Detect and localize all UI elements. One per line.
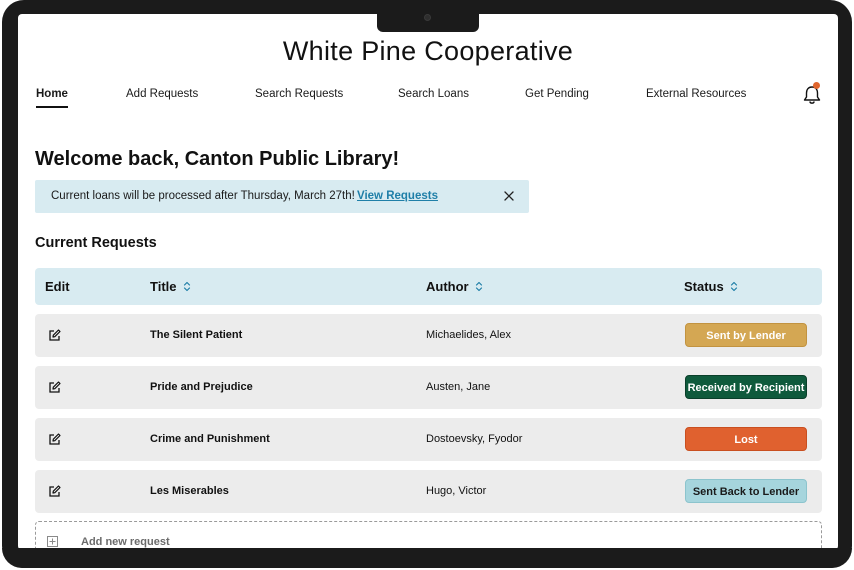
- close-icon[interactable]: [502, 189, 516, 203]
- column-title-label: Title: [150, 279, 177, 294]
- edit-icon[interactable]: [48, 485, 61, 498]
- table-row: Les Miserables Hugo, Victor Sent Back to…: [35, 470, 822, 513]
- column-status[interactable]: Status: [684, 279, 738, 294]
- column-edit: Edit: [45, 279, 70, 294]
- add-new-request-button[interactable]: Add new request: [35, 521, 822, 550]
- info-banner: Current loans will be processed after Th…: [35, 180, 529, 213]
- row-title: Crime and Punishment: [150, 433, 270, 445]
- status-badge: Sent Back to Lender: [685, 479, 807, 503]
- sort-icon[interactable]: [475, 281, 483, 292]
- table-row: Pride and Prejudice Austen, Jane Receive…: [35, 366, 822, 409]
- nav-search-loans[interactable]: Search Loans: [398, 88, 469, 100]
- column-edit-label: Edit: [45, 279, 70, 294]
- nav-home[interactable]: Home: [36, 88, 68, 100]
- camera-notch: [377, 12, 479, 32]
- edit-icon[interactable]: [48, 329, 61, 342]
- row-title: Les Miserables: [150, 485, 229, 497]
- edit-icon[interactable]: [48, 381, 61, 394]
- edit-icon[interactable]: [48, 433, 61, 446]
- row-author: Hugo, Victor: [426, 485, 487, 497]
- nav-search-requests[interactable]: Search Requests: [255, 88, 343, 100]
- row-author: Michaelides, Alex: [426, 329, 511, 341]
- column-author[interactable]: Author: [426, 279, 483, 294]
- row-author: Dostoevsky, Fyodor: [426, 433, 523, 445]
- camera-icon: [424, 14, 431, 21]
- sort-icon[interactable]: [730, 281, 738, 292]
- nav-add-requests[interactable]: Add Requests: [126, 88, 198, 100]
- row-author: Austen, Jane: [426, 381, 491, 393]
- row-title: The Silent Patient: [150, 329, 243, 341]
- column-author-label: Author: [426, 279, 469, 294]
- plus-icon: [47, 536, 58, 547]
- row-title: Pride and Prejudice: [150, 381, 253, 393]
- status-badge: Lost: [685, 427, 807, 451]
- nav-external-resources[interactable]: External Resources: [646, 88, 746, 100]
- status-badge: Sent by Lender: [685, 323, 807, 347]
- banner-text: Current loans will be processed after Th…: [51, 190, 355, 202]
- site-title: White Pine Cooperative: [282, 36, 574, 66]
- device-frame: White Pine Cooperative Home Add Requests…: [2, 0, 852, 568]
- welcome-heading: Welcome back, Canton Public Library!: [35, 148, 400, 170]
- screen: White Pine Cooperative Home Add Requests…: [18, 14, 838, 550]
- add-new-request-label: Add new request: [81, 536, 170, 548]
- column-title[interactable]: Title: [150, 279, 191, 294]
- table-header: Edit Title Author Status: [35, 268, 822, 305]
- device-bottom-bezel: [2, 548, 852, 568]
- table-row: The Silent Patient Michaelides, Alex Sen…: [35, 314, 822, 357]
- column-status-label: Status: [684, 279, 724, 294]
- status-badge: Received by Recipient: [685, 375, 807, 399]
- section-title: Current Requests: [35, 235, 157, 251]
- view-requests-link[interactable]: View Requests: [357, 190, 438, 202]
- nav-active-underline: [36, 106, 68, 108]
- notification-dot: [813, 82, 820, 89]
- sort-icon[interactable]: [183, 281, 191, 292]
- nav-get-pending[interactable]: Get Pending: [525, 88, 589, 100]
- main-nav: Home Add Requests Search Requests Search…: [18, 88, 838, 114]
- table-row: Crime and Punishment Dostoevsky, Fyodor …: [35, 418, 822, 461]
